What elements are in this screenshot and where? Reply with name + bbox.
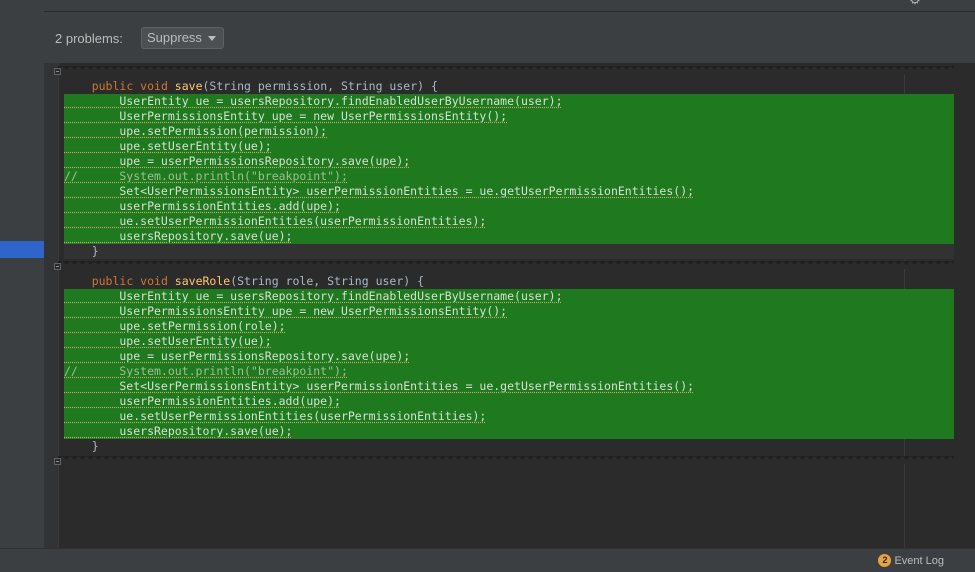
code-line: upe = userPermissionsRepository.save(upe…: [64, 154, 954, 169]
code-line: UserPermissionsEntity upe = new UserPerm…: [64, 109, 954, 124]
code-block-save-role: public void saveRole(String role, String…: [64, 274, 954, 454]
code-line: usersRepository.save(ue);: [64, 229, 954, 244]
code-line: UserEntity ue = usersRepository.findEnab…: [64, 289, 954, 304]
code-line: usersRepository.save(ue);: [64, 424, 954, 439]
collapsed-region-marker: [58, 261, 954, 269]
code-line: Set<UserPermissionsEntity> userPermissio…: [64, 184, 954, 199]
code-line-comment: // System.out.println("breakpoint");: [64, 169, 954, 184]
code-line: ue.setUserPermissionEntities(userPermiss…: [64, 214, 954, 229]
left-tool-strip: [0, 0, 45, 548]
code-line: UserEntity ue = usersRepository.findEnab…: [64, 94, 954, 109]
code-line: userPermissionEntities.add(upe);: [64, 394, 954, 409]
chevron-down-icon: [208, 36, 216, 41]
suppress-dropdown[interactable]: Suppress: [141, 27, 224, 49]
suppress-dropdown-label: Suppress: [147, 30, 202, 45]
status-bar: 2 Event Log: [0, 548, 975, 572]
collapsed-region-marker: [58, 66, 954, 74]
fold-marker-icon[interactable]: [54, 458, 61, 465]
code-line: upe.setPermission(role);: [64, 319, 954, 334]
code-line-comment: // System.out.println("breakpoint");: [64, 364, 954, 379]
problems-count-label: 2 problems:: [55, 31, 123, 46]
collapsed-region-marker: [58, 456, 954, 464]
code-line: userPermissionEntities.add(upe);: [64, 199, 954, 214]
method-signature: public void saveRole(String role, String…: [91, 274, 425, 288]
selected-problem-marker[interactable]: [0, 241, 44, 258]
method-signature: public void save(String permission, Stri…: [91, 79, 438, 93]
code-line: upe = userPermissionsRepository.save(upe…: [64, 349, 954, 364]
top-toolbar: ⚙: [44, 0, 975, 12]
code-block-save: public void save(String permission, Stri…: [64, 79, 954, 259]
event-count-badge: 2: [878, 554, 892, 567]
fold-marker-icon[interactable]: [54, 263, 61, 270]
code-line: ue.setUserPermissionEntities(userPermiss…: [64, 409, 954, 424]
diff-editor[interactable]: public void save(String permission, Stri…: [44, 63, 975, 548]
editor-gutter: [44, 63, 59, 548]
code-line-closing: }: [64, 439, 99, 453]
code-line-closing: }: [64, 244, 954, 259]
code-line: Set<UserPermissionsEntity> userPermissio…: [64, 379, 954, 394]
code-line: upe.setUserEntity(ue);: [64, 139, 954, 154]
code-line: upe.setUserEntity(ue);: [64, 334, 954, 349]
code-line: upe.setPermission(permission);: [64, 124, 954, 139]
event-log-label: Event Log: [894, 555, 944, 567]
gear-icon[interactable]: ⚙: [909, 0, 921, 6]
code-line: UserPermissionsEntity upe = new UserPerm…: [64, 304, 954, 319]
fold-marker-icon[interactable]: [54, 68, 61, 75]
problems-bar: 2 problems: Suppress: [44, 12, 975, 63]
event-log-button[interactable]: 2 Event Log: [878, 554, 944, 568]
